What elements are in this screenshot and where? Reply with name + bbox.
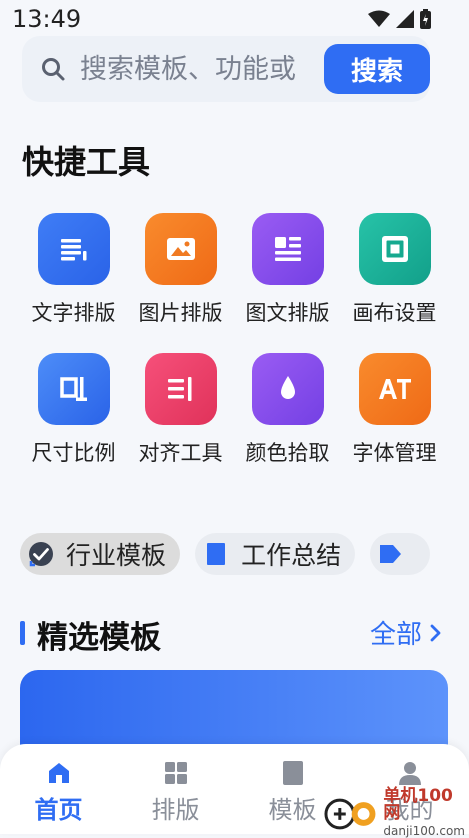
tool-label: 颜色拾取 xyxy=(245,441,330,465)
quick-tools-grid: 文字排版 图片排版 图文排版 画布设置 尺寸比例 对齐工具 颜色拾取 字体管理 xyxy=(20,213,448,467)
image-text-layout-icon xyxy=(251,213,324,285)
home-icon xyxy=(48,763,69,783)
watermark: 单机100网 danji100.com xyxy=(322,785,469,838)
nav-label: 排版 xyxy=(151,796,200,824)
category-tabs: 行业模板 工作总结 xyxy=(20,533,448,577)
nav-layout[interactable]: 排版 xyxy=(117,744,234,834)
nav-home[interactable]: 首页 xyxy=(0,744,117,834)
quick-tools-title: 快捷工具 xyxy=(22,143,151,181)
nav-label: 模板 xyxy=(268,796,317,824)
grid-icon xyxy=(164,762,187,784)
tool-label: 画布设置 xyxy=(352,301,437,325)
document-icon xyxy=(203,541,229,567)
search-icon xyxy=(42,58,65,81)
watermark-sub: danji100.com xyxy=(383,823,465,838)
canvas-settings-icon xyxy=(358,213,431,285)
tool-image-layout[interactable]: 图片排版 xyxy=(127,213,234,327)
status-icons xyxy=(368,9,431,29)
status-time: 13:49 xyxy=(12,5,82,33)
tool-image-text-layout[interactable]: 图文排版 xyxy=(234,213,341,327)
size-ratio-icon xyxy=(37,353,110,425)
tool-label: 文字排版 xyxy=(31,301,116,325)
chevron-right-icon xyxy=(430,624,441,641)
category-chip-industry[interactable]: 行业模板 xyxy=(20,533,181,575)
tag-icon xyxy=(378,541,404,567)
tool-size-ratio[interactable]: 尺寸比例 xyxy=(20,353,127,467)
color-picker-icon xyxy=(251,353,324,425)
signal-icon xyxy=(396,10,414,28)
tool-label: 字体管理 xyxy=(352,441,437,465)
tool-label: 对齐工具 xyxy=(138,441,223,465)
chip-label: 行业模板 xyxy=(66,541,167,570)
tool-align-tool[interactable]: 对齐工具 xyxy=(127,353,234,467)
text-layout-icon xyxy=(37,213,110,285)
wifi-icon xyxy=(368,10,390,27)
search-bar: 搜索 xyxy=(22,36,430,102)
tool-label: 尺寸比例 xyxy=(31,441,116,465)
view-all-link[interactable]: 全部 xyxy=(370,614,448,651)
tool-text-layout[interactable]: 文字排版 xyxy=(20,213,127,327)
featured-header: 精选模板 全部 xyxy=(20,612,448,656)
image-layout-icon xyxy=(144,213,217,285)
section-accent-bar xyxy=(20,621,25,645)
view-all-label: 全部 xyxy=(369,620,422,650)
nav-label: 首页 xyxy=(34,796,83,824)
search-button[interactable]: 搜索 xyxy=(324,44,430,94)
tool-canvas-settings[interactable]: 画布设置 xyxy=(341,213,448,327)
watermark-text: 单机100网 danji100.com xyxy=(383,785,469,838)
profile-icon xyxy=(398,762,421,785)
check-badge-icon xyxy=(28,541,54,567)
watermark-logo-icon xyxy=(324,798,376,830)
featured-title: 精选模板 xyxy=(37,620,161,656)
tool-color-picker[interactable]: 颜色拾取 xyxy=(234,353,341,467)
bookmark-icon xyxy=(282,761,303,785)
watermark-main: 单机100网 xyxy=(383,785,453,823)
search-input[interactable] xyxy=(80,46,325,92)
battery-icon xyxy=(420,9,431,29)
tool-label: 图文排版 xyxy=(245,301,330,325)
category-chip-more[interactable] xyxy=(370,533,431,575)
font-manage-icon xyxy=(358,353,431,425)
category-chip-work-summary[interactable]: 工作总结 xyxy=(195,533,356,575)
tool-label: 图片排版 xyxy=(138,301,223,325)
chip-label: 工作总结 xyxy=(241,541,342,570)
align-tool-icon xyxy=(144,353,217,425)
tool-font-manage[interactable]: 字体管理 xyxy=(341,353,448,467)
status-bar: 13:49 xyxy=(0,0,469,40)
